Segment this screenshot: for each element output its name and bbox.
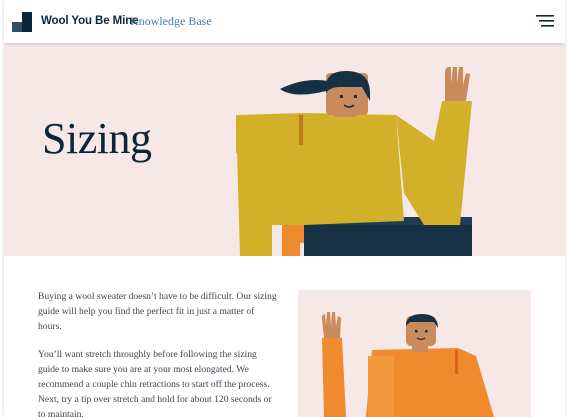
orange-person-illustration xyxy=(322,312,494,417)
page-frame: Wool You Be Mine Knowledge Base Sizing B… xyxy=(4,0,565,417)
intro-paragraph: Buying a wool sweater doesn’t have to be… xyxy=(38,291,277,332)
knowledge-base-link[interactable]: Knowledge Base xyxy=(130,14,212,29)
illustration-card xyxy=(298,290,531,417)
site-header: Wool You Be Mine Knowledge Base xyxy=(4,0,565,43)
brand-logo-icon[interactable] xyxy=(12,12,32,32)
article-content: Buying a wool sweater doesn’t have to be… xyxy=(4,256,565,417)
brand-name[interactable]: Wool You Be Mine xyxy=(41,15,139,27)
waving-person-illustration xyxy=(236,67,472,256)
stretch-paragraph: You’ll want stretch throughly before fol… xyxy=(38,349,272,417)
hamburger-menu-icon[interactable] xyxy=(536,14,554,28)
hero-banner: Sizing xyxy=(4,43,565,256)
